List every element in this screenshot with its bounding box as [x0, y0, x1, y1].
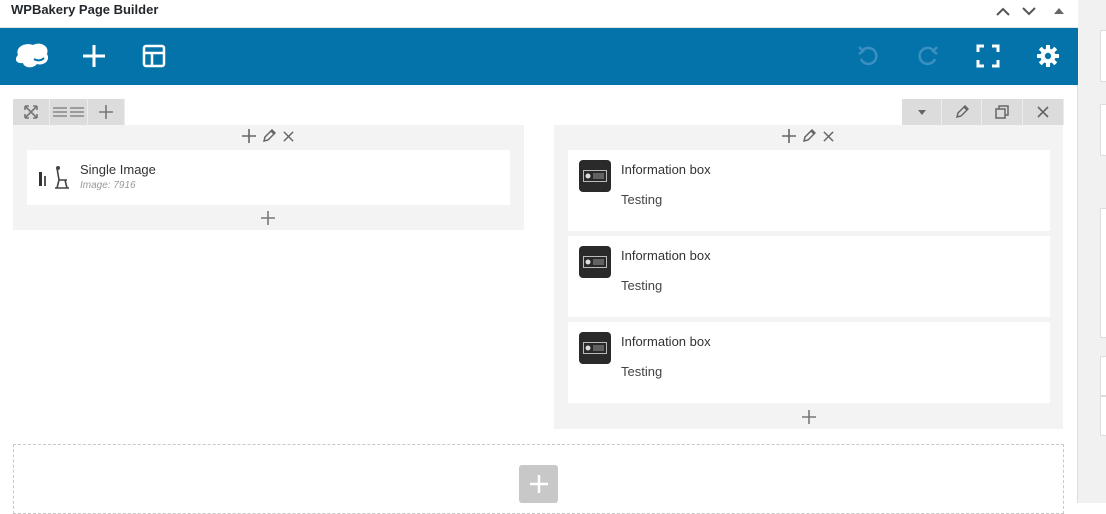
- row-move-button[interactable]: [13, 99, 50, 125]
- add-element-to-column-button[interactable]: [801, 409, 817, 425]
- information-box-icon: [579, 332, 611, 364]
- add-element-to-column-button[interactable]: [260, 210, 276, 226]
- builder-toolbar: [0, 28, 1078, 85]
- sidebar-panel-edge: [1100, 104, 1106, 156]
- row-clone-button[interactable]: [982, 99, 1023, 125]
- undo-icon: [858, 46, 878, 66]
- redo-icon: [918, 46, 938, 66]
- close-icon: [823, 130, 834, 142]
- add-element-icon: [83, 45, 105, 67]
- element-text: Testing: [621, 364, 663, 379]
- row-delete-button[interactable]: [1023, 99, 1064, 125]
- row-edit-button[interactable]: [942, 99, 982, 125]
- move-down-button[interactable]: [1018, 2, 1040, 20]
- pencil-icon: [262, 129, 276, 143]
- pencil-icon: [955, 105, 969, 119]
- information-box-element[interactable]: Information box Testing: [568, 236, 1050, 317]
- add-row-dropzone: [13, 444, 1064, 514]
- row-controls-right: [902, 99, 1064, 125]
- move-up-button[interactable]: [992, 2, 1014, 20]
- panel-title: WPBakery Page Builder: [11, 2, 159, 17]
- caret-up-icon: [1054, 8, 1064, 14]
- column-right: Information box Testing Information box …: [554, 125, 1063, 429]
- toggle-panel-button[interactable]: [1048, 2, 1070, 20]
- pencil-icon: [802, 129, 816, 143]
- plus-icon: [781, 129, 796, 143]
- column-add-button[interactable]: [241, 128, 257, 144]
- image-thumbnail-icon: [37, 162, 71, 194]
- row-layout-button[interactable]: [50, 99, 88, 125]
- move-arrows-icon: [24, 105, 38, 119]
- chevron-up-icon: [996, 7, 1010, 16]
- chevron-down-icon: [1022, 6, 1036, 15]
- templates-icon: [142, 44, 166, 68]
- plus-icon: [241, 129, 256, 143]
- column-edit-button[interactable]: [801, 128, 817, 144]
- single-image-element[interactable]: Single Image Image: 7916: [27, 150, 510, 205]
- column-layout-icon: [52, 107, 84, 117]
- close-icon: [283, 130, 294, 142]
- add-column-button[interactable]: [88, 99, 125, 125]
- information-box-element[interactable]: Information box Testing: [568, 150, 1050, 231]
- column-delete-button[interactable]: [281, 128, 297, 144]
- sidebar-panel-edge: [1100, 208, 1106, 338]
- wpbakery-logo-icon: [15, 43, 49, 68]
- column-add-button[interactable]: [781, 128, 797, 144]
- element-name: Information box: [621, 162, 711, 177]
- column-controls: [13, 128, 524, 146]
- plus-icon: [802, 410, 816, 424]
- templates-button[interactable]: [136, 38, 172, 74]
- close-icon: [1037, 106, 1049, 118]
- element-text: Testing: [621, 192, 663, 207]
- settings-icon: [1037, 45, 1059, 67]
- sidebar-panel-edge: [1100, 356, 1106, 396]
- sidebar-edge: [1078, 0, 1106, 503]
- redo-button[interactable]: [910, 38, 946, 74]
- settings-button[interactable]: [1030, 38, 1066, 74]
- sidebar-panel-edge: [1100, 396, 1106, 436]
- column-edit-button[interactable]: [261, 128, 277, 144]
- wpbakery-logo[interactable]: [12, 38, 52, 74]
- add-element-button[interactable]: [76, 38, 112, 74]
- plus-icon: [99, 105, 113, 119]
- plus-icon: [261, 211, 275, 225]
- row-controls-left: [13, 99, 125, 125]
- element-name: Single Image: [80, 162, 156, 177]
- column-delete-button[interactable]: [821, 128, 837, 144]
- row-toggle-button[interactable]: [902, 99, 942, 125]
- fullscreen-button[interactable]: [970, 38, 1006, 74]
- element-text: Testing: [621, 278, 663, 293]
- sidebar-panel-edge: [1100, 30, 1106, 82]
- element-subtitle: Image: 7916: [80, 180, 136, 191]
- fullscreen-icon: [976, 44, 1000, 68]
- element-name: Information box: [621, 334, 711, 349]
- column-left: Single Image Image: 7916: [13, 125, 524, 230]
- column-controls: [554, 128, 1063, 146]
- clone-icon: [995, 105, 1009, 119]
- add-row-button[interactable]: [519, 465, 558, 503]
- panel-header: WPBakery Page Builder: [0, 0, 1078, 28]
- caret-down-icon: [917, 109, 926, 115]
- information-box-icon: [579, 246, 611, 278]
- element-name: Information box: [621, 248, 711, 263]
- page-builder-panel: WPBakery Page Builder Single Image Image…: [0, 0, 1078, 514]
- plus-icon: [529, 475, 548, 493]
- undo-button[interactable]: [850, 38, 886, 74]
- information-box-element[interactable]: Information box Testing: [568, 322, 1050, 403]
- information-box-icon: [579, 160, 611, 192]
